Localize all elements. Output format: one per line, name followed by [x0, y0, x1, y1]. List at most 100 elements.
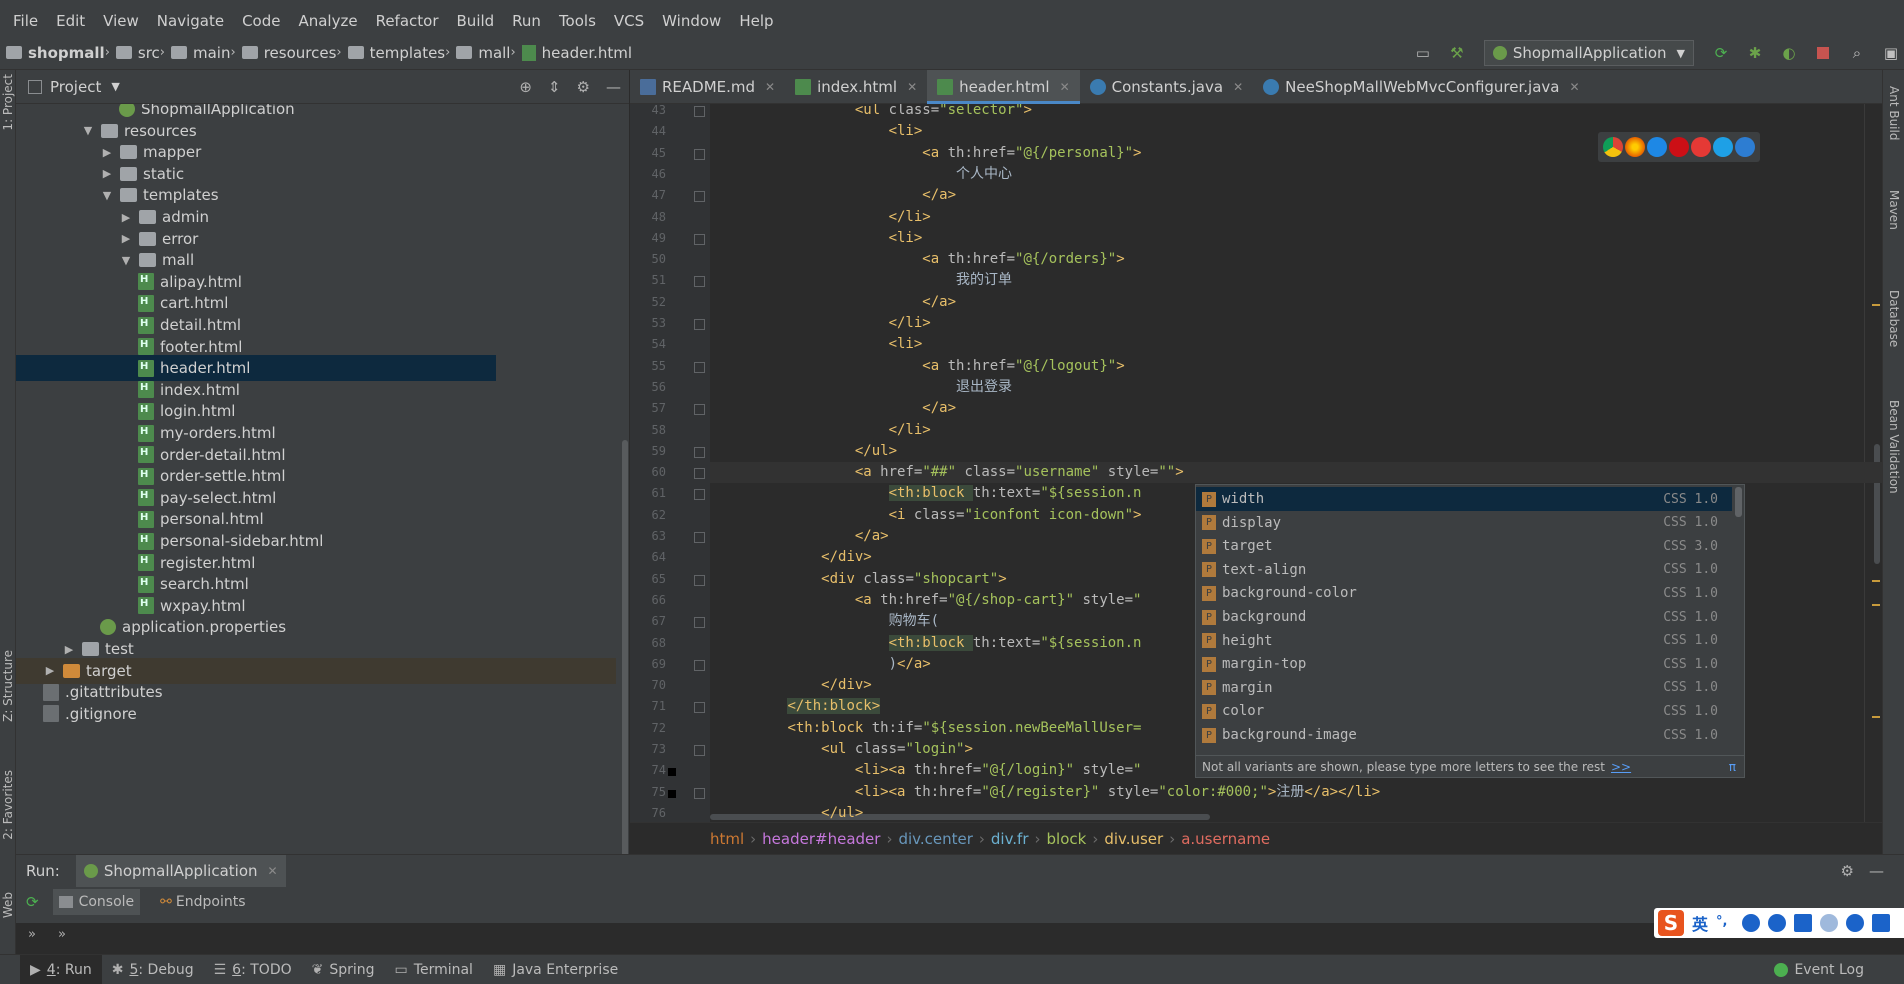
menu-navigate[interactable]: Navigate — [148, 12, 233, 30]
stop-icon[interactable] — [1812, 42, 1834, 64]
completion-item[interactable]: Pwidth CSS 1.0 — [1196, 487, 1732, 511]
code-line[interactable]: </a> — [720, 292, 956, 313]
code-line[interactable]: <ul class="login"> — [720, 739, 973, 760]
code-line[interactable]: <a th:href="@{/orders}"> — [720, 249, 1124, 270]
subtab-endpoints[interactable]: ⚯ Endpoints — [154, 889, 251, 915]
chevron-down-icon[interactable]: ▼ — [111, 80, 119, 93]
completion-pi-icon[interactable]: π — [1729, 760, 1736, 774]
code-line[interactable]: <th:block th:text="${session.n — [720, 483, 1141, 504]
menu-analyze[interactable]: Analyze — [289, 12, 366, 30]
collapsed-arrow-icon[interactable]: ▶ — [119, 211, 133, 224]
rerun-icon[interactable]: ⟳ — [26, 893, 39, 911]
opera-icon[interactable] — [1669, 137, 1689, 157]
skin-icon[interactable] — [1846, 914, 1865, 932]
completion-item[interactable]: Pbackground CSS 1.0 — [1196, 605, 1732, 629]
fold-marker-icon[interactable] — [694, 574, 705, 586]
tool-tab-structure[interactable]: Z: Structure — [1, 650, 15, 722]
menu-run[interactable]: Run — [503, 12, 550, 30]
menu-tools[interactable]: Tools — [550, 12, 605, 30]
rerun-icon[interactable]: ⟳ — [1710, 42, 1732, 64]
close-icon[interactable]: ✕ — [1569, 80, 1579, 94]
editor-breadcrumb-item[interactable]: block — [1047, 830, 1087, 848]
fold-marker-icon[interactable] — [694, 489, 705, 501]
tool-tab-project[interactable]: 1: Project — [1, 74, 15, 131]
bottom-tab[interactable]: ▶ 4: Run — [20, 954, 102, 984]
completion-item[interactable]: Pmargin-top CSS 1.0 — [1196, 652, 1732, 676]
close-icon[interactable]: ✕ — [907, 80, 917, 94]
code-line[interactable]: )</a> — [720, 654, 931, 675]
project-panel-title[interactable]: Project — [50, 78, 101, 96]
tool-tab-maven[interactable]: Maven — [1887, 190, 1901, 230]
close-icon[interactable]: ✕ — [765, 80, 775, 94]
code-line[interactable]: <div class="shopcart"> — [720, 569, 1006, 590]
menu-refactor[interactable]: Refactor — [367, 12, 448, 30]
fold-marker-icon[interactable] — [694, 787, 705, 799]
menu-view[interactable]: View — [94, 12, 148, 30]
collapse-all-icon[interactable]: ⇕ — [548, 78, 561, 96]
ie-icon[interactable] — [1713, 137, 1733, 157]
breadcrumb-item[interactable]: templates — [342, 44, 445, 62]
hide-icon[interactable]: — — [1869, 862, 1884, 880]
bookmark-icon[interactable] — [668, 768, 676, 777]
bottom-tab[interactable]: ✱ 5: Debug — [102, 955, 204, 984]
tool-tab-web[interactable]: Web — [1, 892, 15, 918]
code-line[interactable]: 个人中心 — [720, 164, 1012, 185]
fold-marker-icon[interactable] — [694, 191, 705, 203]
coverage-icon[interactable]: ◐ — [1778, 42, 1800, 64]
ide-features-icon[interactable]: ▣ — [1880, 42, 1902, 64]
editor-breadcrumb-item[interactable]: div.center — [898, 830, 972, 848]
editor-breadcrumb-item[interactable]: div.fr — [991, 830, 1029, 848]
code-line[interactable]: <th:block th:text="${session.n — [720, 633, 1141, 654]
code-line[interactable]: <li> — [720, 121, 923, 142]
code-line[interactable]: </a> — [720, 398, 956, 419]
tool-tab-ant-build[interactable]: Ant Build — [1887, 86, 1901, 140]
fold-marker-icon[interactable] — [694, 659, 705, 671]
code-line[interactable]: </li> — [720, 207, 931, 228]
completion-item[interactable]: Ptarget CSS 3.0 — [1196, 534, 1732, 558]
completion-item[interactable]: Pmargin CSS 1.0 — [1196, 676, 1732, 700]
completion-item[interactable]: Pbackground-color CSS 1.0 — [1196, 581, 1732, 605]
hide-icon[interactable]: — — [606, 78, 621, 96]
menu-vcs[interactable]: VCS — [605, 12, 653, 30]
editor-tab[interactable]: Constants.java ✕ — [1080, 70, 1254, 104]
code-line[interactable]: </ul> — [720, 441, 897, 462]
code-line[interactable]: <i class="iconfont icon-down"> — [720, 505, 1142, 526]
menu-code[interactable]: Code — [233, 12, 289, 30]
editor-tab[interactable]: header.html ✕ — [927, 69, 1081, 104]
breadcrumb-item[interactable]: mall — [450, 44, 510, 62]
expanded-arrow-icon[interactable]: ▼ — [119, 254, 133, 267]
project-scrollbar[interactable] — [622, 440, 628, 854]
editor-breadcrumb-item[interactable]: html — [710, 830, 744, 848]
fold-marker-icon[interactable] — [694, 532, 705, 543]
code-line[interactable]: </a> — [720, 185, 956, 206]
chrome-icon[interactable] — [1603, 137, 1623, 157]
collapsed-arrow-icon[interactable]: ▶ — [43, 664, 57, 677]
fold-marker-icon[interactable] — [694, 148, 705, 160]
run-tab-shopmall[interactable]: ShopmallApplication ✕ — [75, 855, 286, 887]
close-icon[interactable]: ✕ — [268, 864, 278, 878]
completion-scrollbar[interactable] — [1735, 487, 1742, 517]
completion-item[interactable]: Pdisplay CSS 1.0 — [1196, 511, 1732, 535]
completion-item[interactable]: Pheight CSS 1.0 — [1196, 629, 1732, 653]
editor-tab[interactable]: README.md ✕ — [630, 70, 785, 104]
breadcrumb-item[interactable]: main — [165, 44, 230, 62]
breadcrumb-item[interactable]: resources — [236, 44, 336, 62]
code-line[interactable]: <li> — [720, 334, 923, 355]
expanded-arrow-icon[interactable]: ▼ — [81, 124, 95, 137]
expand-icon[interactable]: » — [28, 927, 36, 942]
fold-marker-icon[interactable] — [694, 319, 705, 330]
gear-icon[interactable]: ⚙ — [577, 78, 590, 96]
code-line[interactable]: </th:block> — [720, 696, 881, 717]
tree-node[interactable]: .gitignore — [16, 701, 616, 727]
fold-marker-icon[interactable] — [694, 404, 705, 416]
punctuation-icon[interactable]: °, — [1716, 914, 1734, 932]
editor-tab[interactable]: index.html ✕ — [785, 70, 927, 104]
edge-icon[interactable] — [1735, 137, 1755, 157]
tool-tab-bean-validation[interactable]: Bean Validation — [1887, 400, 1901, 494]
completion-more-link[interactable]: >> — [1611, 760, 1631, 774]
code-line[interactable]: </div> — [720, 547, 872, 568]
ime-mode[interactable]: 英 — [1692, 911, 1708, 935]
code-line[interactable]: <li><a th:href="@{/register}" style="col… — [720, 782, 1380, 803]
bottom-tab[interactable]: ▦ Java Enterprise — [483, 955, 628, 984]
user-icon[interactable] — [1820, 914, 1839, 932]
